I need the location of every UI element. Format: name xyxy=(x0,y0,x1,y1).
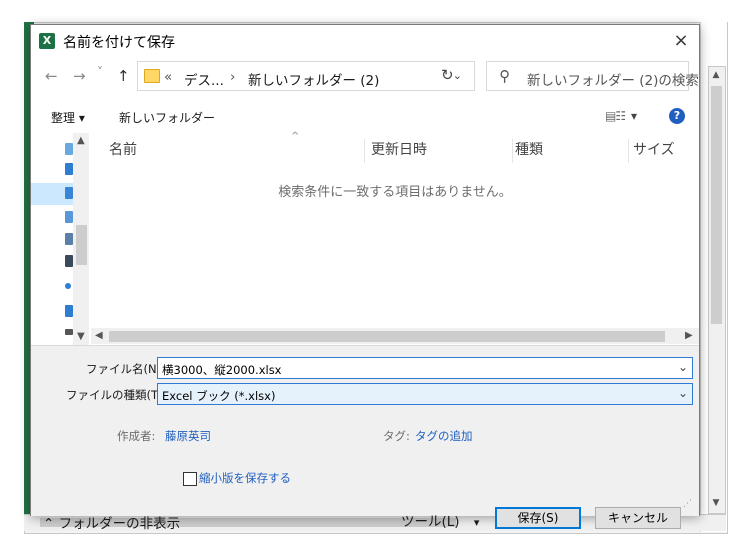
onedrive-icon[interactable] xyxy=(65,283,71,289)
address-dropdown-icon[interactable]: ⌄ xyxy=(453,69,462,82)
excel-app-icon: X xyxy=(39,33,55,49)
column-header-size[interactable]: サイズ xyxy=(633,139,697,163)
close-button[interactable]: × xyxy=(669,29,693,53)
author-label: 作成者: xyxy=(117,429,156,443)
tags-add-link[interactable]: タグの追加 xyxy=(415,428,473,444)
nav-scroll-down-icon[interactable]: ▼ xyxy=(77,331,85,342)
tools-dropdown-icon: ▾ xyxy=(473,516,480,529)
nav-pane-scroll-thumb[interactable] xyxy=(76,225,87,265)
file-list-scroll-thumb[interactable] xyxy=(109,331,665,342)
background-scroll-up-icon[interactable]: ▲ xyxy=(708,68,724,82)
back-arrow-icon[interactable]: ← xyxy=(45,67,58,85)
thumbnail-checkbox-label[interactable]: 縮小版を保存する xyxy=(199,470,291,486)
organize-menu[interactable]: 整理 ▾ xyxy=(51,109,85,126)
breadcrumb-parent[interactable]: デス... xyxy=(184,69,224,89)
search-icon: ⚲ xyxy=(499,67,510,85)
chevron-up-icon: ⌃ xyxy=(43,516,59,532)
new-folder-button[interactable]: 新しいフォルダー xyxy=(119,109,215,126)
document-icon[interactable] xyxy=(65,211,73,223)
filetype-dropdown-icon[interactable]: ⌄ xyxy=(678,386,688,400)
filename-label: ファイル名(N): xyxy=(86,362,165,376)
filename-dropdown-icon[interactable]: ⌄ xyxy=(678,360,688,374)
filetype-select[interactable]: Excel ブック (*.xlsx) ⌄ xyxy=(157,383,693,405)
video-icon[interactable] xyxy=(65,255,73,267)
drive-icon[interactable] xyxy=(65,329,73,335)
filename-value[interactable]: 横3000、縦2000.xlsx xyxy=(162,362,282,378)
forward-arrow-icon[interactable]: → xyxy=(73,67,86,85)
save-button[interactable]: 保存(S) xyxy=(495,507,581,529)
hscroll-right-icon[interactable]: ▶ xyxy=(685,330,693,341)
author-value[interactable]: 藤原英司 xyxy=(165,428,211,444)
network-icon[interactable] xyxy=(65,305,73,317)
filetype-value[interactable]: Excel ブック (*.xlsx) xyxy=(162,388,275,404)
column-header-name[interactable]: 名前 xyxy=(109,139,365,163)
view-options-icon[interactable]: ▤☷ xyxy=(605,109,626,123)
tools-label: ツール(L) xyxy=(401,514,460,530)
cancel-button[interactable]: キャンセル xyxy=(595,507,681,529)
navigation-pane[interactable]: ▲ ▼ xyxy=(31,133,89,345)
recent-locations-icon[interactable]: ˅ xyxy=(97,65,103,79)
hide-folders-label: フォルダーの非表示 xyxy=(58,516,181,532)
help-icon[interactable]: ? xyxy=(669,108,685,124)
hscroll-left-icon[interactable]: ◀ xyxy=(95,330,103,341)
background-scroll-thumb[interactable] xyxy=(711,86,722,324)
save-as-dialog: X 名前を付けて保存 × ← → ˅ ↑ « デス... › 新しいフォルダー … xyxy=(30,24,700,532)
filetype-label: ファイルの種類(T): xyxy=(66,388,167,402)
hide-folders-toggle[interactable]: ⌃ フォルダーの非表示 xyxy=(43,512,180,532)
save-options-panel: ファイル名(N): 横3000、縦2000.xlsx ⌄ ファイルの種類(T):… xyxy=(31,345,699,532)
search-box[interactable]: ⚲ 新しいフォルダー (2)の検索 xyxy=(486,61,699,91)
empty-folder-message: 検索条件に一致する項目はありません。 xyxy=(278,185,512,200)
desktop-icon[interactable] xyxy=(65,187,73,199)
folder-icon xyxy=(144,69,160,83)
navigation-bar: ← → ˅ ↑ « デス... › 新しいフォルダー (2) ⌄ ↻ ⚲ 新しい… xyxy=(31,57,699,97)
refresh-icon[interactable]: ↻ xyxy=(441,66,454,84)
picture-icon[interactable] xyxy=(65,233,73,245)
title-bar: X 名前を付けて保存 × xyxy=(31,25,699,57)
search-placeholder[interactable]: 新しいフォルダー (2)の検索 xyxy=(527,69,699,89)
tags-label: タグ: xyxy=(383,429,410,443)
column-header-modified[interactable]: 更新日時 xyxy=(371,139,513,163)
address-bar[interactable]: « デス... › 新しいフォルダー (2) ⌄ xyxy=(137,61,475,91)
file-list[interactable]: ^ 名前 更新日時 種類 サイズ 検索条件に一致する項目はありません。 xyxy=(91,131,699,345)
breadcrumb-separator[interactable]: › xyxy=(230,69,235,85)
dialog-title: 名前を付けて保存 xyxy=(63,35,175,51)
up-folder-icon[interactable]: ↑ xyxy=(117,67,130,85)
breadcrumb-current[interactable]: 新しいフォルダー (2) xyxy=(248,69,379,89)
tools-menu[interactable]: ツール(L) ▾ xyxy=(401,510,479,530)
background-scroll-down-icon[interactable]: ▼ xyxy=(708,496,724,510)
quick-access-icon[interactable] xyxy=(65,143,73,155)
download-icon[interactable] xyxy=(65,163,73,175)
column-header-type[interactable]: 種類 xyxy=(515,139,629,163)
command-toolbar: 整理 ▾ 新しいフォルダー ▤☷ ▾ ? xyxy=(31,101,699,131)
breadcrumb-overflow[interactable]: « xyxy=(164,69,172,85)
filename-field[interactable]: 横3000、縦2000.xlsx ⌄ xyxy=(157,357,693,379)
thumbnail-checkbox[interactable] xyxy=(183,472,197,486)
resize-grip-icon[interactable]: ⋰ xyxy=(683,499,692,509)
nav-scroll-up-icon[interactable]: ▲ xyxy=(77,135,85,146)
view-options-caret[interactable]: ▾ xyxy=(631,109,637,123)
